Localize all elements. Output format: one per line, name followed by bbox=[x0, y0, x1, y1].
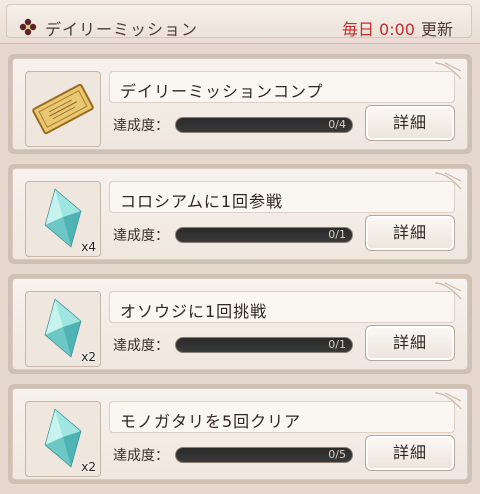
mission-card-body: x2 モノガタリを5回クリア 達成度： 0/5 詳細 bbox=[12, 388, 468, 480]
mission-title: モノガタリを5回クリア bbox=[120, 412, 302, 431]
reset-day: 毎日 0:00 bbox=[341, 20, 415, 39]
header-panel: デイリーミッション 毎日 0:00 更新 bbox=[6, 4, 472, 40]
mission-card: x2 モノガタリを5回クリア 達成度： 0/5 詳細 bbox=[8, 384, 472, 484]
mission-title-box: モノガタリを5回クリア bbox=[109, 401, 455, 433]
progress-label: 達成度： bbox=[113, 338, 169, 354]
detail-button[interactable]: 詳細 bbox=[365, 435, 455, 471]
reward-quantity: x2 bbox=[81, 350, 96, 364]
reward-icon-box: x2 bbox=[25, 291, 101, 367]
mission-title-box: コロシアムに1回参戦 bbox=[109, 181, 455, 213]
page-title: デイリーミッション bbox=[45, 20, 199, 39]
reward-icon-box: x2 bbox=[25, 401, 101, 477]
mission-card: x4 コロシアムに1回参戦 達成度： 0/1 詳細 bbox=[8, 164, 472, 264]
progress-count: 0/4 bbox=[328, 118, 346, 131]
mission-title: コロシアムに1回参戦 bbox=[120, 192, 284, 211]
mission-title-box: オソウジに1回挑戦 bbox=[109, 291, 455, 323]
reward-icon-box bbox=[25, 71, 101, 147]
header-bar: デイリーミッション 毎日 0:00 更新 bbox=[0, 0, 480, 44]
progress-label: 達成度： bbox=[113, 118, 169, 134]
mission-card: デイリーミッションコンプ 達成度： 0/4 詳細 bbox=[8, 54, 472, 154]
progress-label: 達成度： bbox=[113, 228, 169, 244]
progress-count: 0/1 bbox=[328, 228, 346, 241]
mission-card: x2 オソウジに1回挑戦 達成度： 0/1 詳細 bbox=[8, 274, 472, 374]
mission-title: オソウジに1回挑戦 bbox=[120, 302, 268, 321]
reward-quantity: x4 bbox=[81, 240, 96, 254]
clover-icon bbox=[19, 18, 37, 36]
mission-card-body: x2 オソウジに1回挑戦 達成度： 0/1 詳細 bbox=[12, 278, 468, 370]
detail-button[interactable]: 詳細 bbox=[365, 105, 455, 141]
progress-count: 0/5 bbox=[328, 448, 346, 461]
mission-card-body: デイリーミッションコンプ 達成度： 0/4 詳細 bbox=[12, 58, 468, 150]
detail-button[interactable]: 詳細 bbox=[365, 215, 455, 251]
mission-card-body: x4 コロシアムに1回参戦 達成度： 0/1 詳細 bbox=[12, 168, 468, 260]
progress-count: 0/1 bbox=[328, 338, 346, 351]
reward-icon-box: x4 bbox=[25, 181, 101, 257]
progress-bar: 0/1 bbox=[175, 227, 353, 243]
mission-title: デイリーミッションコンプ bbox=[120, 82, 324, 101]
progress-bar: 0/1 bbox=[175, 337, 353, 353]
progress-bar: 0/5 bbox=[175, 447, 353, 463]
reward-quantity: x2 bbox=[81, 460, 96, 474]
mission-title-box: デイリーミッションコンプ bbox=[109, 71, 455, 103]
ticket-icon bbox=[32, 83, 94, 135]
progress-label: 達成度： bbox=[113, 448, 169, 464]
progress-bar: 0/4 bbox=[175, 117, 353, 133]
reset-time: 毎日 0:00 更新 bbox=[342, 16, 453, 40]
reset-label: 更新 bbox=[420, 20, 453, 39]
detail-button[interactable]: 詳細 bbox=[365, 325, 455, 361]
